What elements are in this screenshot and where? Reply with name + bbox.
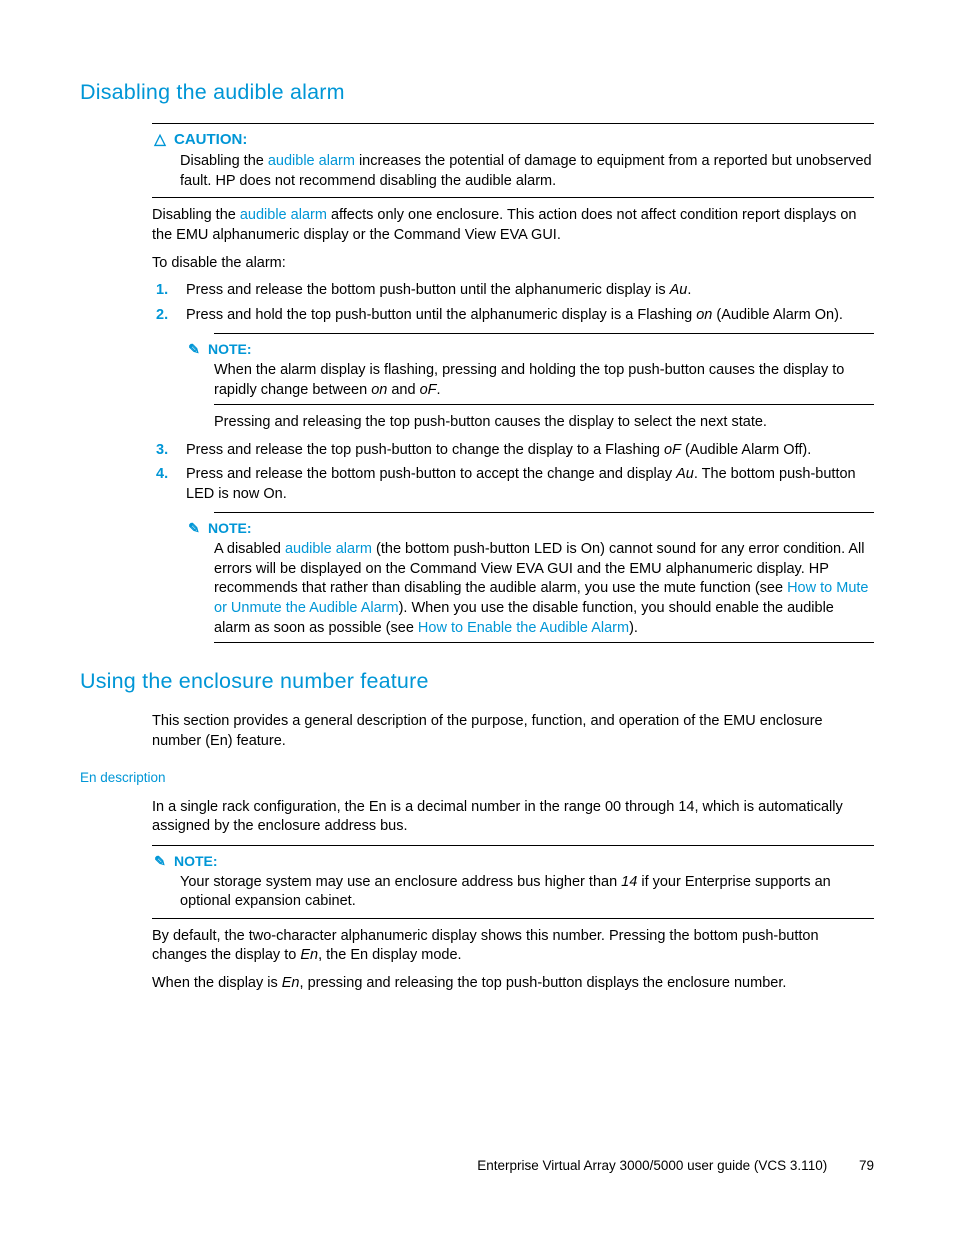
text: Press and release the top push-button to…: [186, 442, 664, 458]
caution-icon: △: [152, 130, 168, 150]
text: (Audible Alarm Off).: [681, 442, 811, 458]
link-audible-alarm[interactable]: audible alarm: [285, 541, 372, 557]
note-icon: ✎: [186, 519, 202, 538]
section-body: In a single rack configuration, the En i…: [152, 798, 874, 994]
text: (Audible Alarm On).: [712, 307, 843, 323]
page-number: 79: [859, 1158, 874, 1173]
link-audible-alarm[interactable]: audible alarm: [240, 207, 327, 223]
rule: [152, 123, 874, 124]
text: .: [437, 382, 441, 398]
text-italic: Au: [670, 282, 688, 298]
text: , the En display mode.: [318, 947, 461, 963]
heading-disabling-alarm: Disabling the audible alarm: [80, 78, 874, 107]
note-label: NOTE:: [208, 519, 252, 538]
list-item: 3. Press and release the top push-button…: [178, 441, 874, 461]
note-body: Your storage system may use an enclosure…: [180, 873, 874, 912]
note-head: ✎ NOTE:: [186, 340, 874, 359]
paragraph: When the display is En, pressing and rel…: [152, 974, 874, 994]
text: , pressing and releasing the top push-bu…: [300, 975, 787, 991]
list-item: 1. Press and release the bottom push-but…: [178, 281, 874, 301]
note-icon: ✎: [152, 852, 168, 871]
text: A disabled: [214, 541, 285, 557]
note-body: A disabled audible alarm (the bottom pus…: [214, 540, 874, 638]
text: .: [687, 282, 691, 298]
text: Disabling the: [180, 153, 268, 169]
section-body: △ CAUTION: Disabling the audible alarm i…: [152, 123, 874, 643]
caution-body: Disabling the audible alarm increases th…: [180, 152, 874, 191]
list-item: 2. Press and hold the top push-button un…: [178, 306, 874, 433]
ordered-list: 1. Press and release the bottom push-but…: [152, 281, 874, 643]
text: Your storage system may use an enclosure…: [180, 874, 621, 890]
paragraph: This section provides a general descript…: [152, 712, 874, 751]
rule: [152, 845, 874, 846]
subheading-en-description: En description: [80, 769, 874, 787]
text-italic: 14: [621, 874, 637, 890]
link-enable-alarm[interactable]: How to Enable the Audible Alarm: [418, 620, 629, 636]
note-label: NOTE:: [174, 852, 218, 871]
footer-title: Enterprise Virtual Array 3000/5000 user …: [477, 1158, 827, 1173]
text: When the display is: [152, 975, 282, 991]
rule: [214, 642, 874, 643]
note-label: NOTE:: [208, 340, 252, 359]
page-footer: Enterprise Virtual Array 3000/5000 user …: [477, 1157, 874, 1175]
text-italic: oF: [420, 382, 437, 398]
text-italic: on: [371, 382, 387, 398]
section-body: This section provides a general descript…: [152, 712, 874, 751]
rule: [214, 512, 874, 513]
list-item: 4. Press and release the bottom push-but…: [178, 465, 874, 643]
note-icon: ✎: [186, 340, 202, 359]
paragraph: Pressing and releasing the top push-butt…: [214, 413, 874, 433]
caution-label: CAUTION:: [174, 130, 247, 150]
rule: [214, 404, 874, 405]
rule: [214, 333, 874, 334]
note-head: ✎ NOTE:: [186, 519, 874, 538]
link-audible-alarm[interactable]: audible alarm: [268, 153, 355, 169]
text-italic: on: [696, 307, 712, 323]
text-italic: En: [282, 975, 300, 991]
text: When the alarm display is flashing, pres…: [214, 362, 844, 398]
note-body: When the alarm display is flashing, pres…: [214, 361, 874, 400]
paragraph: Disabling the audible alarm affects only…: [152, 206, 874, 245]
paragraph: To disable the alarm:: [152, 254, 874, 274]
note-block: ✎ NOTE: When the alarm display is flashi…: [214, 333, 874, 433]
text: and: [387, 382, 419, 398]
text: Press and hold the top push-button until…: [186, 307, 696, 323]
step-number: 3.: [156, 441, 168, 461]
text-italic: En: [300, 947, 318, 963]
rule: [152, 918, 874, 919]
note-head: ✎ NOTE:: [152, 852, 874, 871]
rule: [152, 197, 874, 198]
text-italic: Au: [676, 466, 694, 482]
step-number: 1.: [156, 281, 168, 301]
text: By default, the two-character alphanumer…: [152, 928, 819, 964]
step-number: 2.: [156, 306, 168, 326]
text-italic: oF: [664, 442, 681, 458]
text: Press and release the bottom push-button…: [186, 282, 670, 298]
paragraph: By default, the two-character alphanumer…: [152, 927, 874, 966]
text: Disabling the: [152, 207, 240, 223]
note-block: ✎ NOTE: A disabled audible alarm (the bo…: [214, 512, 874, 643]
text: ).: [629, 620, 638, 636]
paragraph: In a single rack configuration, the En i…: [152, 798, 874, 837]
step-number: 4.: [156, 465, 168, 485]
page: Disabling the audible alarm △ CAUTION: D…: [0, 0, 954, 1235]
text: Press and release the bottom push-button…: [186, 466, 676, 482]
caution-head: △ CAUTION:: [152, 130, 874, 150]
heading-enclosure-number: Using the enclosure number feature: [80, 667, 874, 696]
